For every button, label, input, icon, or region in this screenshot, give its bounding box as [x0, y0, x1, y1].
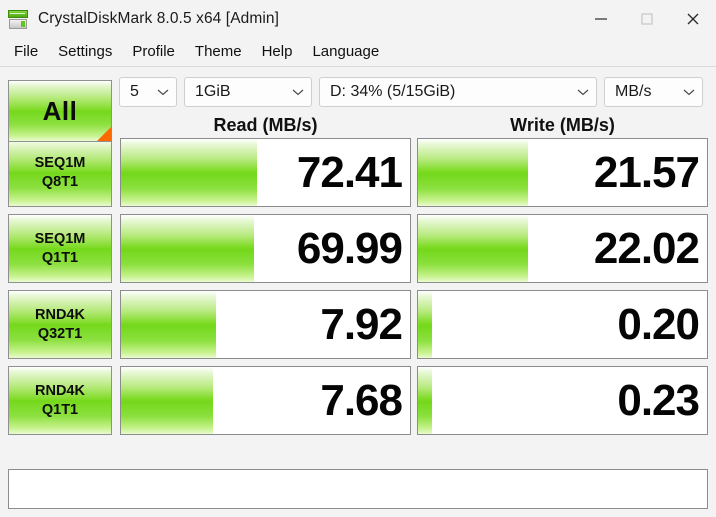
drive-select[interactable]: D: 34% (5/15GiB) — [319, 77, 597, 107]
menu-item-file[interactable]: File — [4, 40, 48, 64]
read-bar-fill — [121, 139, 257, 206]
title-bar: CrystalDiskMark 8.0.5 x64 [Admin] — [0, 0, 716, 38]
close-button[interactable] — [670, 0, 716, 38]
result-rows: SEQ1M Q8T1 72.41 21.57 SEQ1M Q1T1 69.99 … — [8, 138, 708, 460]
chevron-down-icon — [577, 88, 589, 96]
write-column-header: Write (MB/s) — [510, 114, 615, 135]
write-score: 0.23 — [617, 375, 700, 425]
crystaldiskmark-icon — [7, 8, 29, 30]
menu-item-theme[interactable]: Theme — [185, 40, 252, 64]
test-label-top: RND4K — [35, 306, 85, 323]
test-label-top: SEQ1M — [34, 230, 86, 247]
test-label-top: SEQ1M — [34, 154, 86, 171]
test-label-seq1m-q1t1[interactable]: SEQ1M Q1T1 — [8, 214, 112, 283]
read-column-header: Read (MB/s) — [213, 114, 318, 135]
test-label-bottom: Q8T1 — [41, 174, 79, 190]
write-result-cell[interactable]: 0.20 — [417, 290, 708, 359]
chevron-down-icon — [683, 88, 695, 96]
write-bar-fill — [418, 367, 433, 434]
crystaldiskmark-window: CrystalDiskMark 8.0.5 x64 [Admin] File S… — [0, 0, 716, 517]
test-label-rnd4k-q1t1[interactable]: RND4K Q1T1 — [8, 366, 112, 435]
test-count-select[interactable]: 5 — [119, 77, 177, 107]
test-count-value: 5 — [130, 83, 139, 100]
read-bar-fill — [121, 367, 214, 434]
column-header-row: Read (MB/s) Write (MB/s) — [8, 112, 708, 138]
write-result-cell[interactable]: 0.23 — [417, 366, 708, 435]
test-label-bottom: Q32T1 — [37, 326, 83, 342]
read-result-cell[interactable]: 7.92 — [120, 290, 411, 359]
write-result-cell[interactable]: 22.02 — [417, 214, 708, 283]
read-bar-fill — [121, 291, 217, 358]
menu-item-help[interactable]: Help — [252, 40, 303, 64]
write-bar-fill — [418, 215, 528, 282]
maximize-icon — [641, 13, 653, 25]
chevron-down-icon — [157, 88, 169, 96]
comment-input[interactable] — [8, 469, 708, 509]
window-title: CrystalDiskMark 8.0.5 x64 [Admin] — [38, 10, 280, 27]
main-content: 5 1GiB D: 34% (5/15GiB) MB/s All Read (M… — [0, 67, 716, 517]
table-row: RND4K Q32T1 7.92 0.20 — [8, 290, 708, 359]
minimize-button[interactable] — [578, 0, 624, 38]
profile-corner-indicator-icon — [97, 127, 111, 141]
read-score: 7.68 — [320, 375, 403, 425]
read-result-cell[interactable]: 72.41 — [120, 138, 411, 207]
menu-bar: File Settings Profile Theme Help Languag… — [0, 38, 716, 67]
run-all-benchmarks-button[interactable]: All — [8, 80, 112, 142]
window-controls — [578, 0, 716, 38]
table-row: SEQ1M Q8T1 72.41 21.57 — [8, 138, 708, 207]
maximize-button[interactable] — [624, 0, 670, 38]
toolbar: 5 1GiB D: 34% (5/15GiB) MB/s — [8, 67, 708, 112]
unit-value: MB/s — [615, 83, 652, 100]
test-size-value: 1GiB — [195, 83, 231, 100]
write-score: 22.02 — [593, 223, 700, 273]
table-row: SEQ1M Q1T1 69.99 22.02 — [8, 214, 708, 283]
all-button-wrap: All — [8, 80, 112, 142]
write-bar-fill — [418, 139, 528, 206]
results-grid: Read (MB/s) Write (MB/s) SEQ1M Q8T1 72.4… — [8, 112, 708, 460]
write-bar-fill — [418, 291, 433, 358]
read-result-cell[interactable]: 69.99 — [120, 214, 411, 283]
unit-select[interactable]: MB/s — [604, 77, 703, 107]
table-row: RND4K Q1T1 7.68 0.23 — [8, 366, 708, 435]
minimize-icon — [595, 18, 607, 20]
read-result-cell[interactable]: 7.68 — [120, 366, 411, 435]
read-score: 7.92 — [320, 299, 403, 349]
all-button-label: All — [42, 95, 78, 126]
menu-item-language[interactable]: Language — [302, 40, 389, 64]
write-score: 0.20 — [617, 299, 700, 349]
test-size-select[interactable]: 1GiB — [184, 77, 312, 107]
read-score: 72.41 — [296, 147, 403, 197]
menu-item-settings[interactable]: Settings — [48, 40, 122, 64]
menu-item-profile[interactable]: Profile — [122, 40, 185, 64]
chevron-down-icon — [292, 88, 304, 96]
test-label-bottom: Q1T1 — [41, 402, 79, 418]
test-label-rnd4k-q32t1[interactable]: RND4K Q32T1 — [8, 290, 112, 359]
test-label-bottom: Q1T1 — [41, 250, 79, 266]
write-score: 21.57 — [593, 147, 700, 197]
read-score: 69.99 — [296, 223, 403, 273]
close-icon — [687, 13, 699, 25]
test-label-seq1m-q8t1[interactable]: SEQ1M Q8T1 — [8, 138, 112, 207]
drive-value: D: 34% (5/15GiB) — [330, 83, 456, 100]
test-label-top: RND4K — [35, 382, 85, 399]
read-bar-fill — [121, 215, 254, 282]
write-result-cell[interactable]: 21.57 — [417, 138, 708, 207]
